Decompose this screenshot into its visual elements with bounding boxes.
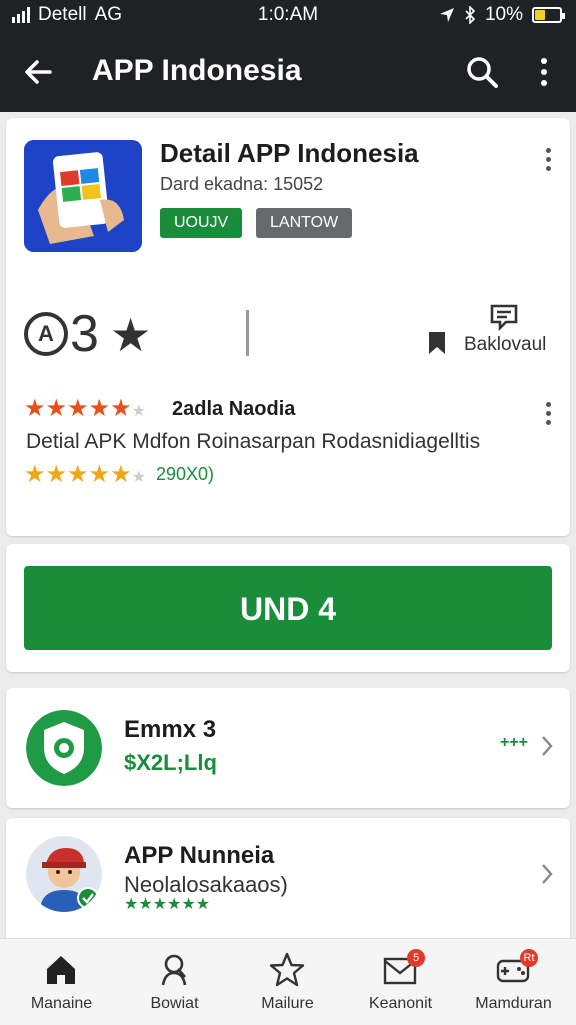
review-text: Detial APK Mdfon Roinasarpan Rodasnidiag… xyxy=(26,430,481,453)
install-button[interactable]: UND 4 xyxy=(24,566,552,650)
reviewer-name: 2adla Naodia xyxy=(172,398,296,420)
battery-icon xyxy=(532,7,565,23)
nav-item-favorites[interactable]: Mailure xyxy=(230,939,345,1025)
shield-app-icon xyxy=(26,710,102,786)
notification-badge: Rt xyxy=(520,949,538,967)
chevron-right-icon[interactable] xyxy=(540,734,554,758)
notification-badge: 5 xyxy=(407,949,425,967)
person-search-icon xyxy=(161,954,187,986)
review-count-stars: ★★★★★★ xyxy=(24,461,146,488)
home-icon xyxy=(47,956,75,984)
app-bar: APP Indonesia xyxy=(0,40,576,102)
back-arrow-icon[interactable] xyxy=(18,52,58,92)
message-icon[interactable] xyxy=(488,304,520,332)
nav-item-browse[interactable]: Bowiat xyxy=(117,939,232,1025)
top-bar: Detell AG 1:0:AM 10% APP Indonesia xyxy=(0,0,576,112)
review-more-icon[interactable] xyxy=(538,400,558,426)
list-item[interactable]: Emmx 3 $X2L;Llq +++ xyxy=(6,688,570,808)
review-stars: ★★★★★★ xyxy=(24,395,146,422)
page-title: APP Indonesia xyxy=(92,54,302,87)
save-label[interactable]: Baklovaul xyxy=(464,334,546,356)
nav-label: Mamduran xyxy=(475,995,552,1012)
list-item-title: Emmx 3 xyxy=(124,716,217,743)
secondary-badge[interactable]: LANTOW xyxy=(256,208,353,238)
app-icon xyxy=(24,140,142,252)
app-name: Detail APP Indonesia xyxy=(160,138,419,168)
rating-row: A 3 ★ Baklovaul xyxy=(24,304,554,374)
nav-label: Keanonit xyxy=(368,995,433,1012)
star-icon xyxy=(269,952,305,987)
location-icon xyxy=(439,8,454,22)
divider xyxy=(246,310,249,356)
nav-label: Manaine xyxy=(30,995,93,1012)
search-icon[interactable] xyxy=(462,52,502,92)
nav-item-home[interactable]: Manaine xyxy=(4,939,119,1025)
list-item-subtitle: $X2L;Llq xyxy=(124,750,217,775)
app-detail-card: Detail APP Indonesia Dard ekadna: 15052 … xyxy=(6,118,570,536)
category-badge[interactable]: UOUJV xyxy=(160,208,243,238)
list-item-title: APP Nunneia xyxy=(124,842,275,869)
install-card: UND 4 xyxy=(6,544,570,672)
more-vert-icon[interactable] xyxy=(526,52,562,98)
status-time: 1:0:AM xyxy=(257,4,319,25)
status-bar: Detell AG 1:0:AM 10% xyxy=(0,0,576,30)
rating-star-icon: ★ xyxy=(110,309,152,361)
nav-label: Bowiat xyxy=(150,995,199,1012)
chevron-right-icon[interactable] xyxy=(540,862,554,886)
rating-value: 3 xyxy=(70,305,99,363)
list-item[interactable]: APP Nunneia Neolalosakaaos) ★★★★★★ xyxy=(6,818,570,942)
list-item-rating-stars: ★★★★★★ xyxy=(124,896,211,913)
review-count: 290X0) xyxy=(156,464,215,484)
nav-label: Mailure xyxy=(261,995,314,1012)
avatar xyxy=(26,836,102,912)
list-item-trailing: +++ xyxy=(499,734,528,751)
bookmark-icon[interactable] xyxy=(426,330,448,356)
developer-info: Dard ekadna: 15052 xyxy=(160,174,324,194)
bottom-navigation: Manaine Bowiat Mailure 5 Keanonit Rt Mam… xyxy=(0,938,576,1025)
bluetooth-icon xyxy=(465,6,476,24)
nav-item-games[interactable]: Rt Mamduran xyxy=(456,939,571,1025)
battery-percent: 10% xyxy=(484,4,523,25)
rating-badge: A xyxy=(24,312,68,356)
card-more-icon[interactable] xyxy=(538,146,558,172)
nav-item-messages[interactable]: 5 Keanonit xyxy=(343,939,458,1025)
